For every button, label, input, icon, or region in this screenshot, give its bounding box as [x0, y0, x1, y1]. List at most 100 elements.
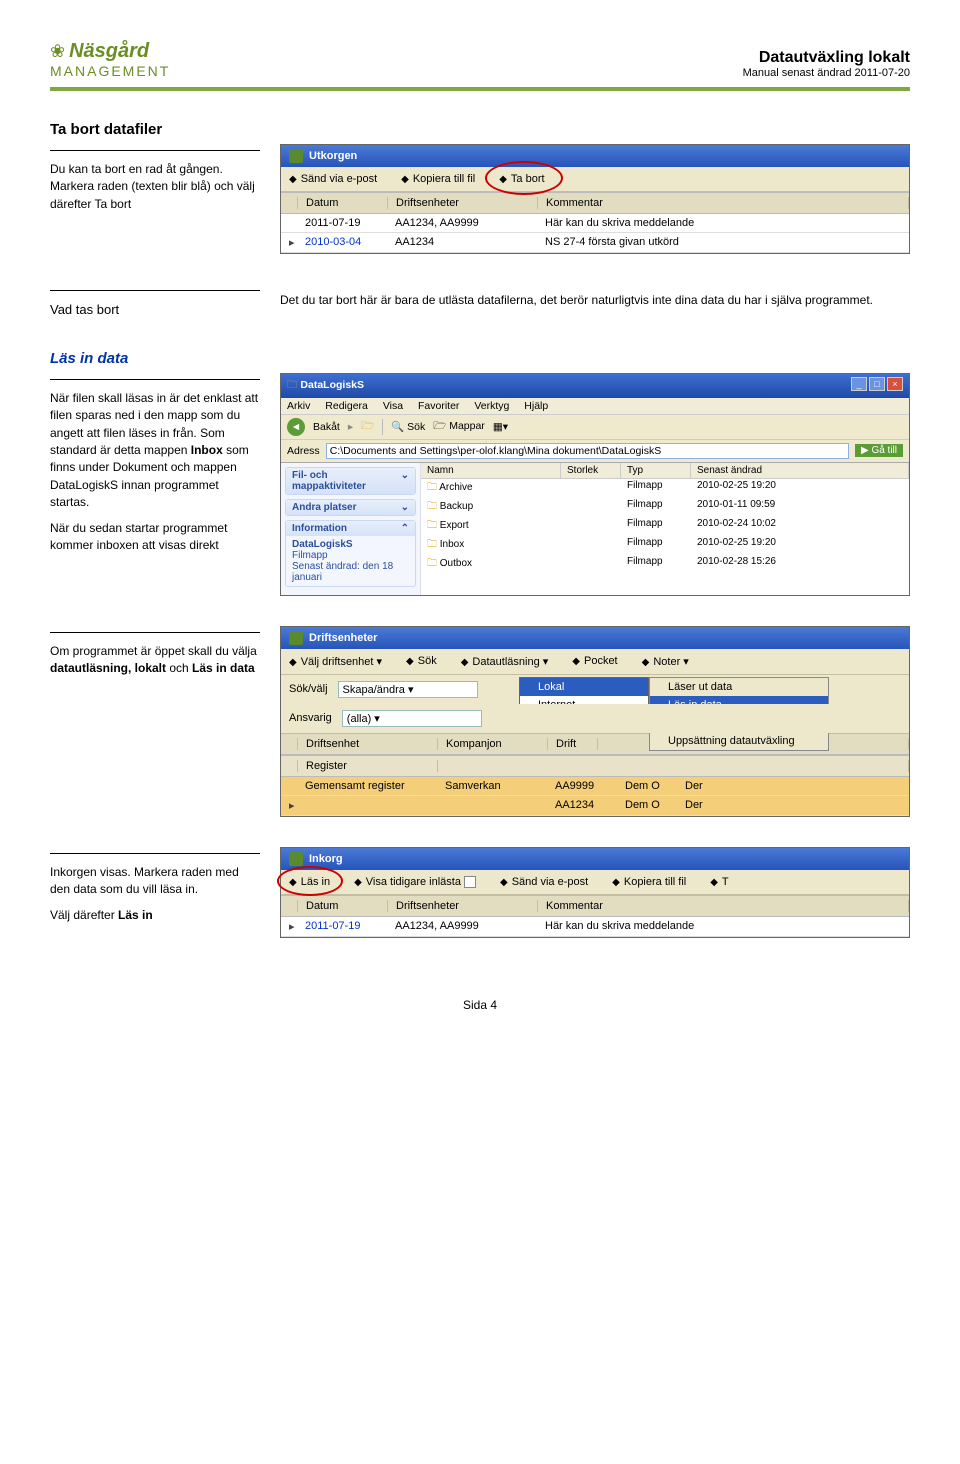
dropdown-item-lokal[interactable]: Lokal	[520, 678, 648, 696]
folder-icon: 🗀	[427, 482, 437, 493]
info-type: Filmapp	[292, 550, 328, 561]
col-type[interactable]: Typ	[621, 463, 691, 478]
panel-information[interactable]: Information	[292, 523, 347, 534]
logo-text-top: Näsgård	[69, 40, 149, 63]
list-item[interactable]: 🗀 OutboxFilmapp2010-02-28 15:26	[421, 555, 909, 574]
divider	[50, 379, 260, 380]
inkorg-title: Inkorg	[309, 853, 343, 865]
col-kommentar[interactable]: Kommentar	[538, 197, 909, 209]
section-ta-bort-title: Ta bort datafiler	[50, 121, 910, 138]
noter-button[interactable]: ◆Noter ▾	[642, 655, 689, 668]
cell-komm: Här kan du skriva meddelande	[537, 217, 909, 229]
col-name[interactable]: Namn	[421, 463, 561, 478]
submenu-uppsattning[interactable]: Uppsättning datautväxling	[650, 732, 828, 750]
col-register[interactable]: Register	[298, 760, 438, 772]
ta-bort-button[interactable]: ◆Ta bort	[499, 173, 544, 185]
col-size[interactable]: Storlek	[561, 463, 621, 478]
list-item[interactable]: 🗀 InboxFilmapp2010-02-25 19:20	[421, 536, 909, 555]
minimize-button[interactable]: _	[851, 377, 867, 391]
divider	[50, 150, 260, 151]
cell-drift: AA1234, AA9999	[387, 217, 537, 229]
col-drift[interactable]: Drift	[548, 738, 598, 750]
views-icon[interactable]: ▦▾	[493, 421, 508, 433]
collapse-icon[interactable]: ⌄	[401, 470, 409, 492]
info-date: Senast ändrad: den 18 januari	[292, 561, 393, 583]
col-datum[interactable]: Datum	[298, 900, 388, 912]
submenu-laser-ut[interactable]: Läser ut data	[650, 678, 828, 696]
maximize-button[interactable]: □	[869, 377, 885, 391]
cell-date: 2011-07-19	[297, 217, 387, 229]
folder-icon: 🗀	[427, 539, 437, 550]
search-button[interactable]: 🔍 Sök	[391, 420, 425, 433]
driftsenheter-title: Driftsenheter	[309, 632, 377, 644]
table-row[interactable]: ▸ 2011-07-19 AA1234, AA9999 Här kan du s…	[281, 917, 909, 937]
list-item[interactable]: 🗀 ArchiveFilmapp2010-02-25 19:20	[421, 479, 909, 498]
inkorg-window: Inkorg ◆Läs in ◆Visa tidigare inlästa ◆S…	[280, 847, 910, 938]
page-header: ❀ Näsgård MANAGEMENT Datautväxling lokal…	[50, 40, 910, 91]
collapse-icon[interactable]: ⌄	[401, 502, 409, 513]
vad-tas-bort-title: Vad tas bort	[50, 302, 119, 317]
menu-favoriter[interactable]: Favoriter	[418, 400, 459, 412]
menu-verktyg[interactable]: Verktyg	[474, 400, 509, 412]
send-email-button[interactable]: ◆Sänd via e-post	[500, 876, 588, 888]
panel-file-tasks[interactable]: Fil- och mappaktiviteter	[292, 470, 401, 492]
col-driftsenheter[interactable]: Driftsenheter	[388, 197, 538, 209]
copy-to-file-button[interactable]: ◆Kopiera till fil	[401, 173, 475, 185]
folder-icon: 🗀	[427, 558, 437, 569]
row-marker-icon: ▸	[281, 236, 297, 249]
datautlasning-button[interactable]: ◆Datautläsning ▾	[461, 655, 549, 668]
leaf-icon	[289, 149, 303, 163]
col-date[interactable]: Senast ändrad	[691, 463, 909, 478]
sok-button[interactable]: ◆Sök	[406, 655, 437, 667]
row-marker-icon: ▸	[281, 799, 297, 812]
up-icon[interactable]: 🗁	[361, 418, 374, 436]
folder-icon: 🗀	[427, 520, 437, 531]
inkorgen-text1: Inkorgen visas. Markera raden med den da…	[50, 864, 260, 899]
col-kommentar[interactable]: Kommentar	[538, 900, 909, 912]
cell-drift: AA1234, AA9999	[387, 920, 537, 933]
menu-visa[interactable]: Visa	[383, 400, 403, 412]
send-email-button[interactable]: ◆Sänd via e-post	[289, 173, 377, 185]
list-item[interactable]: 🗀 ExportFilmapp2010-02-24 10:02	[421, 517, 909, 536]
back-label[interactable]: Bakåt	[313, 421, 340, 433]
folder-icon: 🗀	[427, 501, 437, 512]
table-row[interactable]: ▸ AA1234 Dem O Der	[281, 796, 909, 816]
forward-button[interactable]: ▸	[348, 421, 353, 433]
menu-arkiv[interactable]: Arkiv	[287, 400, 310, 412]
logo-text-bottom: MANAGEMENT	[50, 63, 170, 79]
las-in-button[interactable]: ◆Läs in	[289, 876, 330, 888]
toolbar-more[interactable]: ◆T	[710, 876, 728, 888]
list-item[interactable]: 🗀 BackupFilmapp2010-01-11 09:59	[421, 498, 909, 517]
leaf-icon: ❀	[50, 41, 65, 62]
driftsenheter-window: Driftsenheter ◆Välj driftsenhet ▾ ◆Sök ◆…	[280, 626, 910, 817]
col-kompanjon[interactable]: Kompanjon	[438, 738, 548, 750]
menu-redigera[interactable]: Redigera	[325, 400, 368, 412]
close-button[interactable]: ×	[887, 377, 903, 391]
divider	[50, 632, 260, 633]
table-row[interactable]: Gemensamt register Samverkan AA9999 Dem …	[281, 777, 909, 796]
row-marker-icon: ▸	[281, 920, 297, 933]
menu-hjalp[interactable]: Hjälp	[524, 400, 548, 412]
pocket-button[interactable]: ◆Pocket	[572, 655, 617, 667]
go-button[interactable]: ▶ Gå till	[855, 444, 903, 457]
valj-driftsenhet-button[interactable]: ◆Välj driftsenhet ▾	[289, 655, 382, 668]
col-driftsenhet[interactable]: Driftsenhet	[298, 738, 438, 750]
visa-tidigare-button[interactable]: ◆Visa tidigare inlästa	[354, 876, 476, 888]
table-row[interactable]: ▸ 2010-03-04 AA1234 NS 27-4 första givan…	[281, 233, 909, 253]
folders-button[interactable]: 🗁 Mappar	[433, 418, 485, 436]
back-button[interactable]: ◄	[287, 418, 305, 436]
info-name: DataLogiskS	[292, 539, 353, 550]
ansvarig-select[interactable]: (alla) ▾	[342, 710, 482, 727]
cell-drift: AA1234	[387, 236, 537, 249]
collapse-icon[interactable]: ⌃	[401, 523, 409, 534]
utkorgen-window: Utkorgen ◆Sänd via e-post ◆Kopiera till …	[280, 144, 910, 254]
col-datum[interactable]: Datum	[298, 197, 388, 209]
divider	[50, 853, 260, 854]
sokvalj-select[interactable]: Skapa/ändra ▾	[338, 681, 478, 698]
copy-to-file-button[interactable]: ◆Kopiera till fil	[612, 876, 686, 888]
panel-other-places[interactable]: Andra platser	[292, 502, 356, 513]
table-row[interactable]: 2011-07-19 AA1234, AA9999 Här kan du skr…	[281, 214, 909, 233]
explorer-sidebar: Fil- och mappaktiviteter⌄ Andra platser ⌄…	[281, 463, 421, 595]
address-input[interactable]	[326, 443, 849, 459]
col-driftsenheter[interactable]: Driftsenheter	[388, 900, 538, 912]
